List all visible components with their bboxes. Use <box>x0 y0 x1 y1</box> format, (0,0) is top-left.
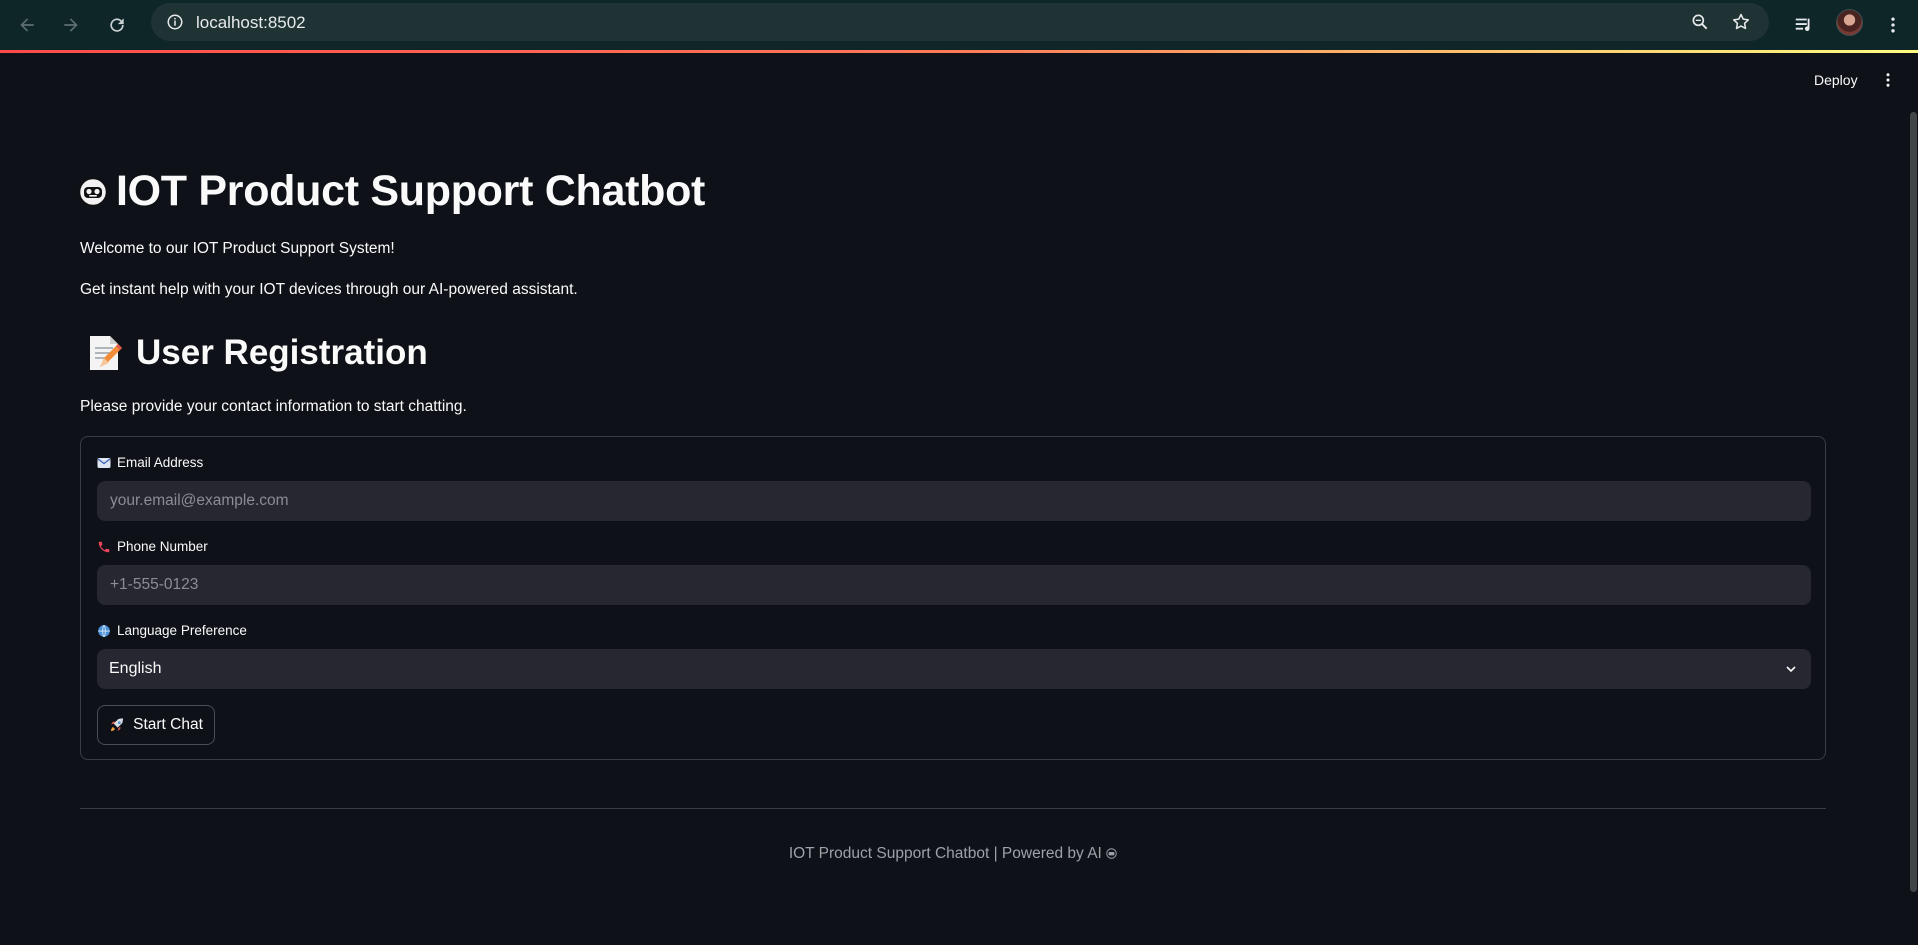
registration-title: User Registration <box>136 333 428 372</box>
email-icon <box>97 456 111 470</box>
profile-avatar[interactable] <box>1836 9 1863 36</box>
reload-icon <box>110 18 124 32</box>
footer-divider <box>80 808 1826 809</box>
browser-toolbar: localhost:8502 <box>0 0 1918 50</box>
memo-icon <box>90 336 122 370</box>
loading-gradient-bar <box>0 50 1918 53</box>
phone-input[interactable] <box>97 565 1811 605</box>
page-scrollbar[interactable] <box>1910 112 1917 892</box>
globe-icon <box>97 624 111 638</box>
address-bar[interactable]: localhost:8502 <box>151 3 1769 41</box>
deploy-button[interactable]: Deploy <box>1808 70 1864 90</box>
chevron-down-icon <box>1786 666 1796 673</box>
email-label: Email Address <box>97 455 203 470</box>
language-select[interactable]: English <box>97 649 1811 689</box>
language-label: Language Preference <box>97 623 247 638</box>
rocket-icon <box>111 718 124 731</box>
site-info-icon[interactable] <box>163 10 187 34</box>
reading-list-icon[interactable] <box>1788 9 1820 41</box>
footer: IOT Product Support Chatbot | Powered by… <box>0 845 1906 863</box>
back-button[interactable] <box>11 9 43 41</box>
reload-button[interactable] <box>101 9 133 41</box>
zoom-icon[interactable] <box>1688 10 1712 34</box>
page-title: IOT Product Support Chatbot <box>78 167 705 216</box>
registration-heading: User Registration <box>86 333 428 373</box>
forward-arrow-icon <box>64 18 78 32</box>
email-input[interactable] <box>97 481 1811 521</box>
footer-text: IOT Product Support Chatbot | Powered by… <box>788 845 1102 862</box>
browser-menu-icon[interactable] <box>1877 9 1909 41</box>
welcome-text: Welcome to our IOT Product Support Syste… <box>80 240 395 257</box>
subtitle-text: Get instant help with your IOT devices t… <box>80 281 578 298</box>
registration-form: Email Address Phone Number Language Pref… <box>80 436 1826 760</box>
registration-instructions: Please provide your contact information … <box>80 398 467 415</box>
robot-icon <box>78 177 108 206</box>
robot-icon <box>1106 848 1117 859</box>
back-arrow-icon <box>20 18 34 32</box>
phone-icon <box>97 540 111 554</box>
app-menu-icon[interactable] <box>1878 70 1898 90</box>
bookmark-star-icon[interactable] <box>1729 10 1753 34</box>
page-title-text: IOT Product Support Chatbot <box>116 167 706 215</box>
url-text[interactable]: localhost:8502 <box>196 13 306 33</box>
language-selected-value: English <box>109 660 162 677</box>
start-chat-button[interactable]: Start Chat <box>97 705 215 745</box>
phone-label: Phone Number <box>97 539 208 554</box>
forward-button[interactable] <box>55 9 87 41</box>
